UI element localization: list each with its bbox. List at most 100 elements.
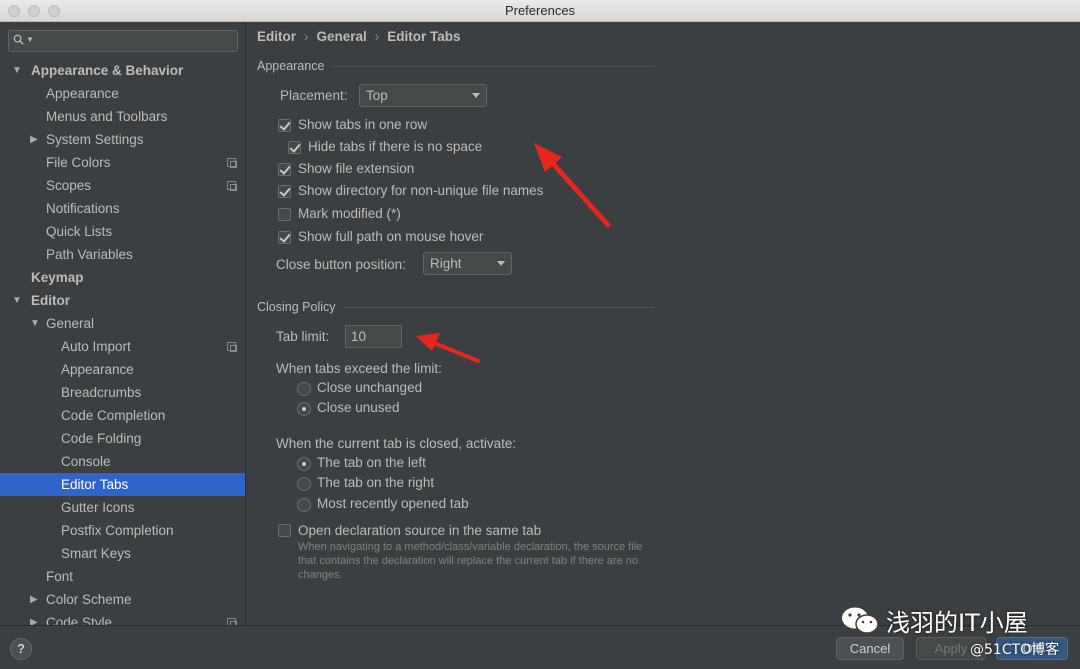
sidebar-item-label: Editor (31, 293, 70, 308)
appearance-checkbox[interactable] (278, 163, 291, 176)
sidebar-item[interactable]: Editor Tabs (0, 473, 245, 496)
sidebar-item-label: Color Scheme (46, 592, 132, 607)
cancel-button[interactable]: Cancel (836, 637, 904, 660)
appearance-checkbox[interactable] (278, 119, 291, 132)
sidebar-item[interactable]: Quick Lists (0, 220, 245, 243)
sidebar-item[interactable]: Font (0, 565, 245, 588)
appearance-section-title: Appearance (257, 59, 325, 73)
sidebar-item-label: File Colors (46, 155, 111, 170)
chevron-down-icon[interactable]: ▼ (12, 289, 22, 312)
appearance-checkbox[interactable] (278, 208, 291, 221)
sidebar-item[interactable]: Breadcrumbs (0, 381, 245, 404)
breadcrumb: Editor › General › Editor Tabs (257, 29, 461, 44)
sidebar-item[interactable]: ▼ General (0, 312, 245, 335)
activate-tab-radio[interactable] (297, 477, 311, 491)
appearance-checkbox[interactable] (278, 231, 291, 244)
section-divider (331, 66, 655, 67)
tab-limit-input[interactable]: 10 (345, 325, 402, 348)
sidebar-item-label: Appearance (46, 86, 119, 101)
appearance-checkbox[interactable] (288, 141, 301, 154)
sidebar-item[interactable]: ▶ System Settings (0, 128, 245, 151)
sidebar-item-label: Console (61, 454, 111, 469)
chevron-down-icon (472, 93, 480, 98)
breadcrumb-item: Editor Tabs (387, 29, 461, 44)
breadcrumb-item: Editor (257, 29, 296, 44)
sidebar-item[interactable]: Appearance (0, 358, 245, 381)
sidebar-item[interactable]: Appearance (0, 82, 245, 105)
open-declaration-checkbox[interactable] (278, 524, 291, 537)
search-history-chevron-icon[interactable]: ▼ (26, 35, 34, 44)
help-button[interactable]: ? (10, 638, 32, 660)
sidebar-item[interactable]: Postfix Completion (0, 519, 245, 542)
placement-value: Top (366, 88, 388, 103)
chevron-right-icon[interactable]: ▶ (30, 128, 38, 151)
sidebar-item[interactable]: Keymap (0, 266, 245, 289)
sidebar-item-label: Notifications (46, 201, 120, 216)
sidebar-item[interactable]: Menus and Toolbars (0, 105, 245, 128)
window-title: Preferences (504, 3, 576, 18)
sidebar-item[interactable]: ▼ Editor (0, 289, 245, 312)
watermark-title: 浅羽的IT小屋 (886, 609, 1028, 637)
sidebar-item[interactable]: Auto Import (0, 335, 245, 358)
sidebar-item[interactable]: File Colors (0, 151, 245, 174)
exceed-limit-radio[interactable] (297, 402, 311, 416)
exceed-limit-radio-label[interactable]: Close unused (317, 400, 400, 415)
appearance-checkbox-label[interactable]: Mark modified (*) (298, 206, 401, 221)
appearance-checkbox-label[interactable]: Hide tabs if there is no space (308, 139, 482, 154)
wechat-logo-icon (842, 607, 879, 634)
sidebar-item-label: Code Style (46, 615, 113, 625)
settings-sidebar: ▼ ▼ Appearance & Behavior Appearance Menus … (0, 22, 246, 625)
sidebar-item[interactable]: Console (0, 450, 245, 473)
exceed-limit-radio[interactable] (297, 382, 311, 396)
activate-label: When the current tab is closed, activate… (276, 436, 517, 451)
appearance-checkbox-label[interactable]: Show tabs in one row (298, 117, 427, 132)
appearance-checkbox-label[interactable]: Show directory for non-unique file names (298, 183, 543, 198)
sidebar-item-label: Breadcrumbs (61, 385, 142, 400)
sidebar-item-label: Path Variables (46, 247, 133, 262)
sidebar-item[interactable]: ▶ Code Style (0, 611, 245, 625)
sidebar-item[interactable]: ▼ Appearance & Behavior (0, 59, 245, 82)
sidebar-item[interactable]: Scopes (0, 174, 245, 197)
sidebar-item[interactable]: Code Completion (0, 404, 245, 427)
project-scope-icon (227, 158, 237, 168)
breadcrumb-item: General (316, 29, 367, 44)
activate-tab-radio-label[interactable]: The tab on the right (317, 475, 434, 490)
sidebar-item[interactable]: Code Folding (0, 427, 245, 450)
activate-tab-radio-label[interactable]: The tab on the left (317, 455, 426, 470)
sidebar-item-label: System Settings (46, 132, 144, 147)
sidebar-item-label: Code Completion (61, 408, 166, 423)
chevron-right-icon[interactable]: ▶ (30, 588, 38, 611)
sidebar-item-label: Gutter Icons (61, 500, 135, 515)
chevron-down-icon[interactable]: ▼ (30, 312, 40, 335)
sidebar-item-label: Font (46, 569, 74, 584)
chevron-down-icon[interactable]: ▼ (12, 59, 22, 82)
activate-tab-radio[interactable] (297, 498, 311, 512)
close-button-position-label: Close button position: (276, 257, 406, 272)
sidebar-item[interactable]: Path Variables (0, 243, 245, 266)
sidebar-item-label: Appearance & Behavior (31, 63, 184, 78)
close-button-position-select[interactable]: Right (423, 252, 512, 275)
section-divider (343, 307, 655, 308)
activate-tab-radio-label[interactable]: Most recently opened tab (317, 496, 469, 511)
activate-tab-radio[interactable] (297, 457, 311, 471)
sidebar-item[interactable]: Smart Keys (0, 542, 245, 565)
sidebar-item[interactable]: ▶ Color Scheme (0, 588, 245, 611)
sidebar-item-label: Scopes (46, 178, 92, 193)
settings-tree: ▼ Appearance & Behavior Appearance Menus an… (0, 59, 245, 625)
appearance-checkbox-label[interactable]: Show full path on mouse hover (298, 229, 483, 244)
sidebar-item[interactable]: Gutter Icons (0, 496, 245, 519)
watermark-subtitle: @51CTO博客 (970, 642, 1060, 658)
sidebar-item-label: Appearance (61, 362, 134, 377)
editor-tabs-panel: Editor › General › Editor Tabs Appearance Pl… (247, 22, 1080, 625)
tab-limit-label: Tab limit: (276, 329, 330, 344)
settings-search-input[interactable]: ▼ (8, 30, 238, 52)
appearance-checkbox[interactable] (278, 185, 291, 198)
breadcrumb-separator: › (374, 29, 380, 44)
exceed-limit-radio-label[interactable]: Close unchanged (317, 380, 422, 395)
placement-select[interactable]: Top (359, 84, 487, 107)
sidebar-item[interactable]: Notifications (0, 197, 245, 220)
sidebar-item-label: General (46, 316, 95, 331)
chevron-right-icon[interactable]: ▶ (30, 611, 38, 625)
open-declaration-label[interactable]: Open declaration source in the same tab (298, 523, 541, 538)
appearance-checkbox-label[interactable]: Show file extension (298, 161, 414, 176)
